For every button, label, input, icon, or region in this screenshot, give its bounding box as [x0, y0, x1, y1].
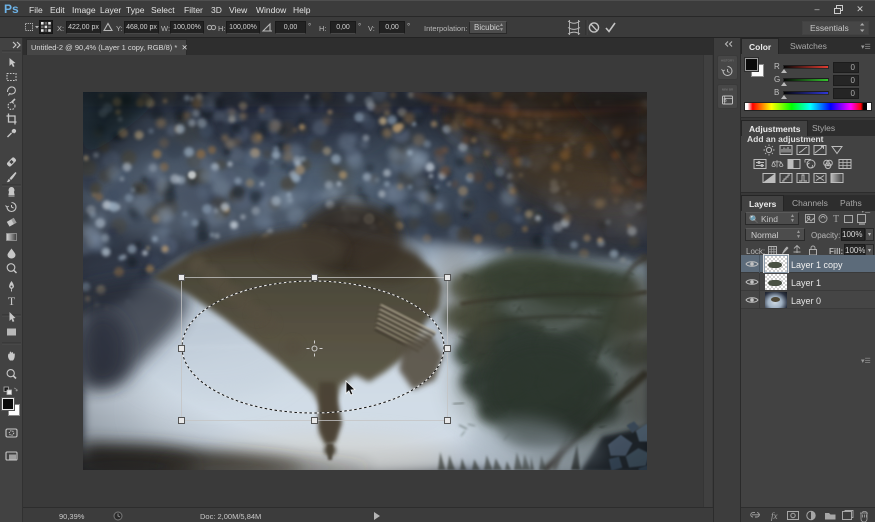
svg-text:T: T — [8, 294, 16, 308]
svg-text:fx: fx — [771, 511, 778, 521]
svg-text:MINI BR: MINI BR — [722, 88, 734, 92]
svg-text:HISTORY: HISTORY — [721, 59, 734, 63]
svg-text:Essentials: Essentials — [810, 23, 849, 33]
svg-text:T: T — [833, 214, 839, 225]
